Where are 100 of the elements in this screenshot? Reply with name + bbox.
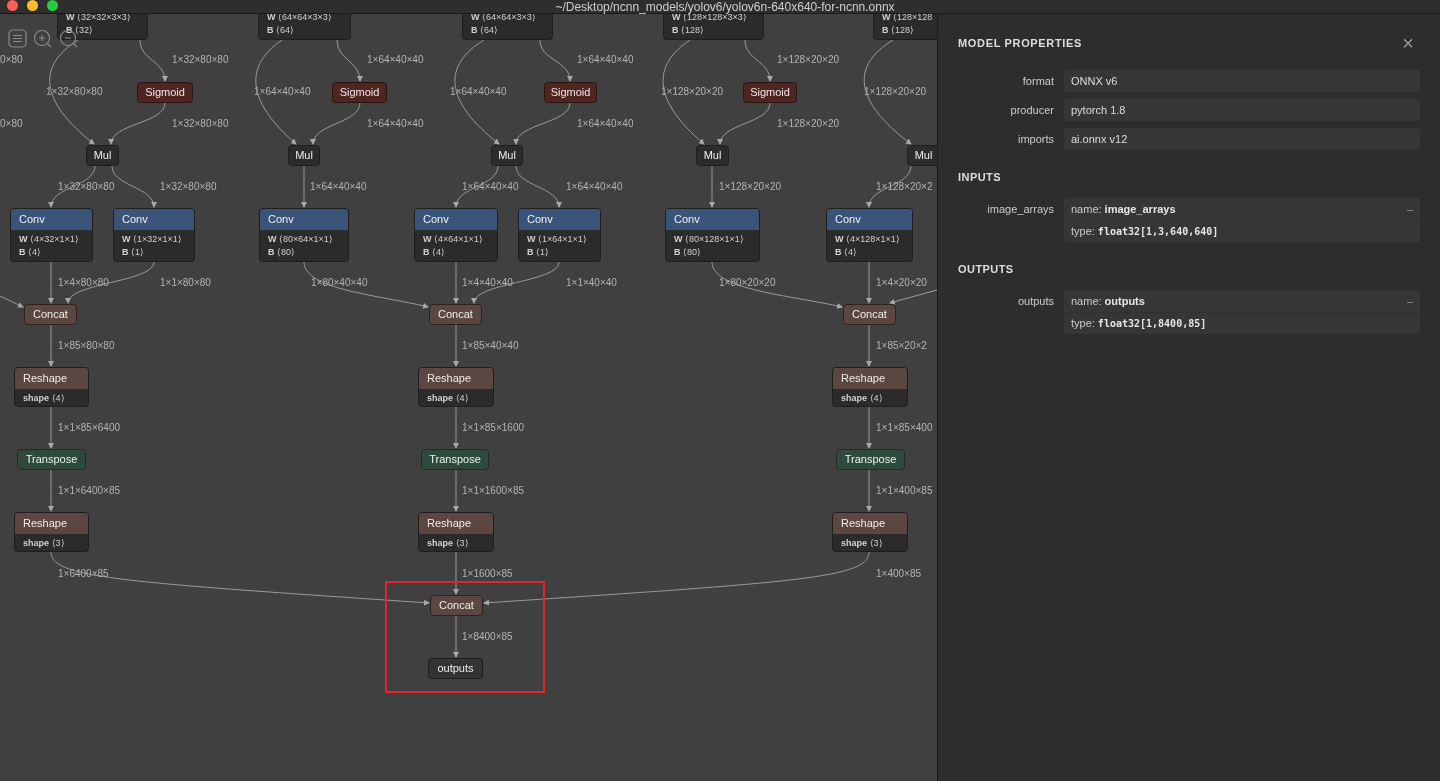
concat-node[interactable]: Concat — [429, 304, 482, 325]
minimize-window-icon[interactable] — [27, 0, 38, 11]
property-label: image_arrays — [986, 202, 1054, 217]
tensor-shape-label: 1×1×6400×85 — [58, 485, 120, 497]
connector-arrow — [48, 406, 54, 449]
connector-arrow — [453, 615, 459, 658]
section-heading: INPUTS — [958, 170, 1002, 184]
transpose-node[interactable]: Transpose — [421, 449, 489, 470]
node-attribute: W ⟨4×32×1×1⟩ — [19, 233, 80, 246]
node-attribute: B ⟨128⟩ — [672, 24, 706, 37]
node-attribute: B ⟨64⟩ — [471, 24, 499, 37]
sigmoid-node[interactable]: Sigmoid — [137, 82, 193, 103]
conv-node[interactable]: Conv W ⟨1×32×1×1⟩ B ⟨1⟩ — [113, 208, 195, 262]
property-value: ai.onnx v12 — [1064, 128, 1420, 150]
graph-node[interactable]: W ⟨128×128×3×3⟩ B ⟨128⟩ — [663, 14, 764, 40]
property-value: ONNX v6 — [1064, 70, 1420, 92]
node-attribute: B ⟨4⟩ — [19, 246, 42, 259]
transpose-node[interactable]: Transpose — [17, 449, 86, 470]
connector-arrow — [718, 102, 771, 145]
node-attribute: W ⟨128×128 — [882, 14, 934, 24]
tensor-shape-label: 1×128×20×20 — [719, 181, 781, 193]
tensor-shape-label: 1×85×80×80 — [58, 340, 115, 352]
node-attribute: B ⟨4⟩ — [423, 246, 446, 259]
sigmoid-node[interactable]: Sigmoid — [332, 82, 387, 103]
argument-type: float32[1,3,640,640] — [1097, 225, 1219, 239]
tensor-shape-label: 1×4×40×40 — [462, 277, 513, 289]
tensor-shape-label: 1×64×40×40 — [450, 86, 507, 98]
connector-arrow — [0, 295, 24, 308]
menu-icon[interactable] — [8, 29, 27, 48]
tensor-shape-label: 1×400×85 — [876, 568, 922, 580]
concat-node[interactable]: Concat — [843, 304, 896, 325]
sigmoid-node[interactable]: Sigmoid — [743, 82, 797, 103]
mul-node[interactable]: Mul — [491, 145, 523, 166]
node-attribute: W ⟨32×32×3×3⟩ — [66, 14, 132, 24]
graph-node[interactable]: W ⟨128×128 B ⟨128⟩ — [873, 14, 937, 40]
reshape-node[interactable]: Reshape shape ⟨4⟩ — [832, 367, 908, 407]
maximize-window-icon[interactable] — [47, 0, 58, 11]
tensor-shape-label: 1×64×40×40 — [367, 118, 424, 130]
zoom-in-icon[interactable] — [33, 29, 53, 49]
mul-node[interactable]: Mul — [907, 145, 937, 166]
transpose-node[interactable]: Transpose — [836, 449, 905, 470]
connector-arrow — [866, 261, 872, 304]
connector-arrow — [336, 39, 363, 82]
tensor-shape-label: 1×1×1600×85 — [462, 485, 524, 497]
connector-arrow — [139, 39, 168, 82]
tensor-shape-label: 1×1×40×40 — [566, 277, 617, 289]
conv-node[interactable]: Conv W ⟨80×128×1×1⟩ B ⟨80⟩ — [665, 208, 760, 262]
sigmoid-node[interactable]: Sigmoid — [544, 82, 597, 103]
tensor-shape-label: 0×80 — [0, 118, 23, 130]
property-label: format — [1021, 73, 1054, 89]
reshape-node[interactable]: Reshape shape ⟨4⟩ — [14, 367, 89, 407]
collapse-button[interactable]: – — [1406, 200, 1413, 218]
conv-node[interactable]: Conv W ⟨4×64×1×1⟩ B ⟨4⟩ — [414, 208, 498, 262]
reshape-node[interactable]: Reshape shape ⟨3⟩ — [832, 512, 908, 552]
tensor-shape-label: 1×1×85×6400 — [58, 422, 120, 434]
tensor-shape-label: 1×85×20×2 — [876, 340, 927, 352]
property-label: outputs — [1016, 294, 1054, 309]
connector-arrow — [453, 324, 459, 367]
reshape-node[interactable]: Reshape shape ⟨4⟩ — [418, 367, 494, 407]
connector-arrow — [744, 39, 773, 82]
node-attribute: shape ⟨3⟩ — [427, 537, 470, 550]
graph-node[interactable]: W ⟨64×64×3×3⟩ B ⟨64⟩ — [258, 14, 351, 40]
close-button[interactable]: × — [1402, 34, 1414, 52]
conv-node[interactable]: Conv W ⟨4×32×1×1⟩ B ⟨4⟩ — [10, 208, 93, 262]
panel-title: MODEL PROPERTIES — [958, 35, 1083, 51]
output-node[interactable]: outputs — [428, 658, 483, 679]
mul-node[interactable]: Mul — [696, 145, 729, 166]
node-attribute: B ⟨4⟩ — [835, 246, 858, 259]
conv-node[interactable]: Conv W ⟨1×64×1×1⟩ B ⟨1⟩ — [518, 208, 601, 262]
tensor-shape-label: 1×80×40×40 — [311, 277, 368, 289]
conv-node[interactable]: Conv W ⟨80×64×1×1⟩ B ⟨80⟩ — [259, 208, 349, 262]
tensor-shape-label: 1×32×80×80 — [160, 181, 217, 193]
node-attribute: shape ⟨3⟩ — [23, 537, 66, 550]
concat-node[interactable]: Concat — [430, 595, 483, 616]
node-attribute: W ⟨80×64×1×1⟩ — [268, 233, 334, 246]
connector-arrow — [48, 324, 54, 367]
conv-node[interactable]: Conv W ⟨4×128×1×1⟩ B ⟨4⟩ — [826, 208, 913, 262]
node-attribute: W ⟨80×128×1×1⟩ — [674, 233, 745, 246]
node-attribute: B ⟨80⟩ — [268, 246, 296, 259]
argument-key: type: — [1071, 315, 1095, 332]
reshape-node[interactable]: Reshape shape ⟨3⟩ — [418, 512, 494, 552]
node-attribute: B ⟨128⟩ — [882, 24, 916, 37]
tensor-shape-label: 1×85×40×40 — [462, 340, 519, 352]
window-title: ~/Desktop/ncnn_models/yolov6/yolov6n-640x640-for-ncnn.onnx — [555, 0, 895, 14]
argument-type: float32[1,8400,85] — [1097, 317, 1207, 331]
tensor-shape-label: 1×128×20×20 — [661, 86, 723, 98]
concat-node[interactable]: Concat — [24, 304, 77, 325]
mul-node[interactable]: Mul — [288, 145, 320, 166]
tensor-shape-label: 1×64×40×40 — [367, 54, 424, 66]
graph-node[interactable]: W ⟨32×32×3×3⟩ B ⟨32⟩ — [57, 14, 148, 40]
node-attribute: W ⟨4×64×1×1⟩ — [423, 233, 484, 246]
graph-node[interactable]: W ⟨64×64×3×3⟩ B ⟨64⟩ — [462, 14, 553, 40]
collapse-button[interactable]: – — [1406, 292, 1413, 310]
reshape-node[interactable]: Reshape shape ⟨3⟩ — [14, 512, 89, 552]
mul-node[interactable]: Mul — [86, 145, 119, 166]
argument-key: type: — [1071, 223, 1095, 240]
argument-key: name: — [1071, 200, 1102, 218]
argument-name: image_arrays — [1104, 201, 1176, 217]
tensor-shape-label: 1×64×40×40 — [566, 181, 623, 193]
close-window-icon[interactable] — [7, 0, 18, 11]
